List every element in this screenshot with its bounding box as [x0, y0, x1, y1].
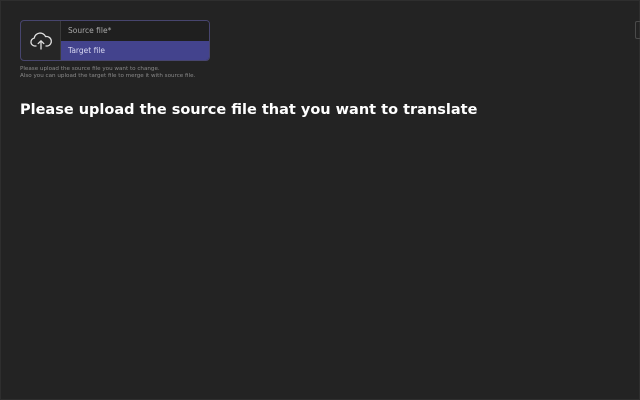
target-file-label: Target file — [68, 45, 106, 55]
source-file-slot[interactable]: Source file* — [61, 21, 209, 41]
help-line-2: Also you can upload the target file to m… — [20, 72, 196, 79]
help-line-1: Please upload the source file you want t… — [20, 66, 160, 72]
app-frame: Source file* Target file Please upload t… — [0, 0, 640, 400]
source-file-label: Source file* — [68, 26, 112, 36]
file-slots: Source file* Target file — [61, 21, 209, 60]
page-title: Please upload the source file that you w… — [20, 102, 478, 118]
upload-help-text: Please upload the source file you want t… — [20, 66, 195, 79]
edge-toggle-button[interactable] — [635, 21, 640, 39]
target-file-slot[interactable]: Target file — [61, 40, 209, 60]
file-upload-widget: Source file* Target file — [20, 20, 210, 61]
cloud-upload-icon — [29, 31, 52, 50]
upload-button[interactable] — [21, 21, 61, 60]
